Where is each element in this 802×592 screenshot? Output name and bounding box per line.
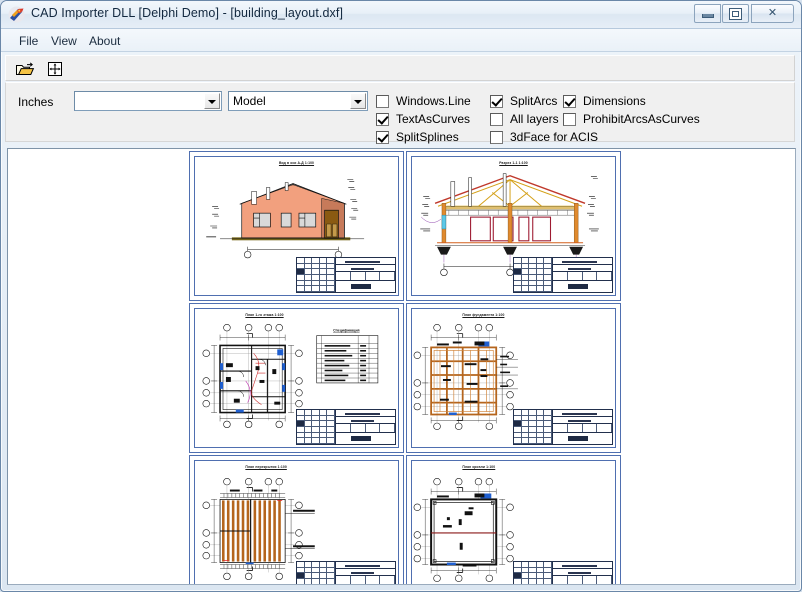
layout-select[interactable] bbox=[74, 91, 222, 111]
sheet-grid: Вид в оси А-Д 1:100 Разрез 1-1 1:100 Пла… bbox=[189, 151, 621, 584]
checkbox-box[interactable] bbox=[490, 94, 503, 108]
menu-item-view[interactable]: View bbox=[45, 33, 83, 49]
menu-bar: File View About bbox=[1, 29, 801, 52]
checkbox-box[interactable] bbox=[563, 112, 576, 126]
title-block-text-area bbox=[553, 258, 612, 292]
menu-item-about[interactable]: About bbox=[83, 33, 126, 49]
fit-to-window-icon bbox=[48, 62, 62, 76]
sheet-elevation[interactable]: Вид в оси А-Д 1:100 bbox=[189, 151, 404, 301]
minimize-button[interactable] bbox=[694, 4, 721, 23]
checkbox-label: SplitSplines bbox=[396, 130, 459, 144]
title-block-grid bbox=[514, 410, 553, 444]
sheet-title-block bbox=[513, 561, 613, 584]
room-schedule-table: Спецификация bbox=[316, 329, 379, 384]
title-block-grid bbox=[514, 562, 553, 584]
sheet-section[interactable]: Разрез 1-1 1:100 bbox=[406, 151, 621, 301]
title-block-text-area bbox=[336, 410, 395, 444]
checkbox-label: 3dFace for ACIS bbox=[510, 130, 599, 144]
checkbox-prohibit-arcs-as-curves[interactable]: ProhibitArcsAsCurves bbox=[563, 111, 700, 127]
checkbox-label: All layers bbox=[510, 112, 559, 126]
menu-item-file[interactable]: File bbox=[13, 33, 44, 49]
sheet-framing-plan[interactable]: План фундамента 1:100 bbox=[406, 303, 621, 453]
sheet-title-block bbox=[513, 257, 613, 293]
checkbox-text-as-curves[interactable]: TextAsCurves bbox=[376, 111, 470, 127]
checkbox-label: Dimensions bbox=[583, 94, 646, 108]
space-select[interactable]: Model bbox=[228, 91, 368, 111]
checkbox-box[interactable] bbox=[376, 130, 389, 144]
sheet-title-block bbox=[296, 257, 396, 293]
cad-app-icon bbox=[8, 6, 25, 23]
chevron-down-icon[interactable] bbox=[204, 93, 220, 109]
window-title: CAD Importer DLL [Delphi Demo] - [buildi… bbox=[31, 6, 344, 20]
toolbar bbox=[5, 55, 795, 81]
space-select-value: Model bbox=[233, 94, 266, 108]
close-button[interactable]: ✕ bbox=[751, 4, 794, 23]
sheet-joist-plan[interactable]: План перекрытия 1:100 bbox=[189, 455, 404, 584]
checkbox-box[interactable] bbox=[563, 94, 576, 108]
checkbox-3dface-for-acis[interactable]: 3dFace for ACIS bbox=[490, 129, 598, 145]
sheet-title-block bbox=[296, 409, 396, 445]
chevron-down-icon[interactable] bbox=[350, 93, 366, 109]
checkbox-label: ProhibitArcsAsCurves bbox=[583, 112, 700, 126]
checkbox-box[interactable] bbox=[490, 112, 503, 126]
checkbox-box[interactable] bbox=[376, 112, 389, 126]
title-block-text-area bbox=[336, 562, 395, 584]
title-block-text-area bbox=[336, 258, 395, 292]
maximize-icon bbox=[723, 5, 748, 22]
checkbox-label: SplitArcs bbox=[510, 94, 558, 108]
svg-text:Спецификация: Спецификация bbox=[333, 329, 360, 333]
drawing-viewer-canvas[interactable]: Вид в оси А-Д 1:100 Разрез 1-1 1:100 Пла… bbox=[7, 148, 796, 585]
import-options-panel: Inches Model Windows.Line TextAsCurves S… bbox=[5, 82, 795, 145]
title-block-grid bbox=[297, 562, 336, 584]
open-folder-icon bbox=[16, 62, 35, 75]
checkbox-split-splines[interactable]: SplitSplines bbox=[376, 129, 459, 145]
title-block-grid bbox=[297, 410, 336, 444]
maximize-button[interactable] bbox=[722, 4, 749, 23]
checkbox-split-arcs[interactable]: SplitArcs bbox=[490, 93, 557, 109]
checkbox-label: TextAsCurves bbox=[396, 112, 471, 126]
checkbox-windows-line[interactable]: Windows.Line bbox=[376, 93, 471, 109]
sheet-floor-plan[interactable]: План 1-го этажа 1:100 Спецификация bbox=[189, 303, 404, 453]
title-block-grid bbox=[514, 258, 553, 292]
sheet-title-block bbox=[513, 409, 613, 445]
units-label: Inches bbox=[18, 95, 54, 109]
sheet-title-block bbox=[296, 561, 396, 584]
checkbox-box[interactable] bbox=[490, 130, 503, 144]
zoom-extents-button[interactable] bbox=[45, 59, 65, 79]
close-icon: ✕ bbox=[767, 7, 778, 19]
minimize-icon bbox=[695, 5, 720, 22]
application-window: CAD Importer DLL [Delphi Demo] - [buildi… bbox=[0, 0, 802, 592]
title-block-text-area bbox=[553, 410, 612, 444]
title-block-text-area bbox=[553, 562, 612, 584]
title-block-grid bbox=[297, 258, 336, 292]
checkbox-dimensions[interactable]: Dimensions bbox=[563, 93, 646, 109]
checkbox-box[interactable] bbox=[376, 94, 389, 108]
title-bar: CAD Importer DLL [Delphi Demo] - [buildi… bbox=[1, 1, 801, 29]
checkbox-label: Windows.Line bbox=[396, 94, 471, 108]
open-file-button[interactable] bbox=[15, 59, 35, 79]
sheet-roof-plan[interactable]: План кровли 1:100 bbox=[406, 455, 621, 584]
checkbox-all-layers[interactable]: All layers bbox=[490, 111, 559, 127]
